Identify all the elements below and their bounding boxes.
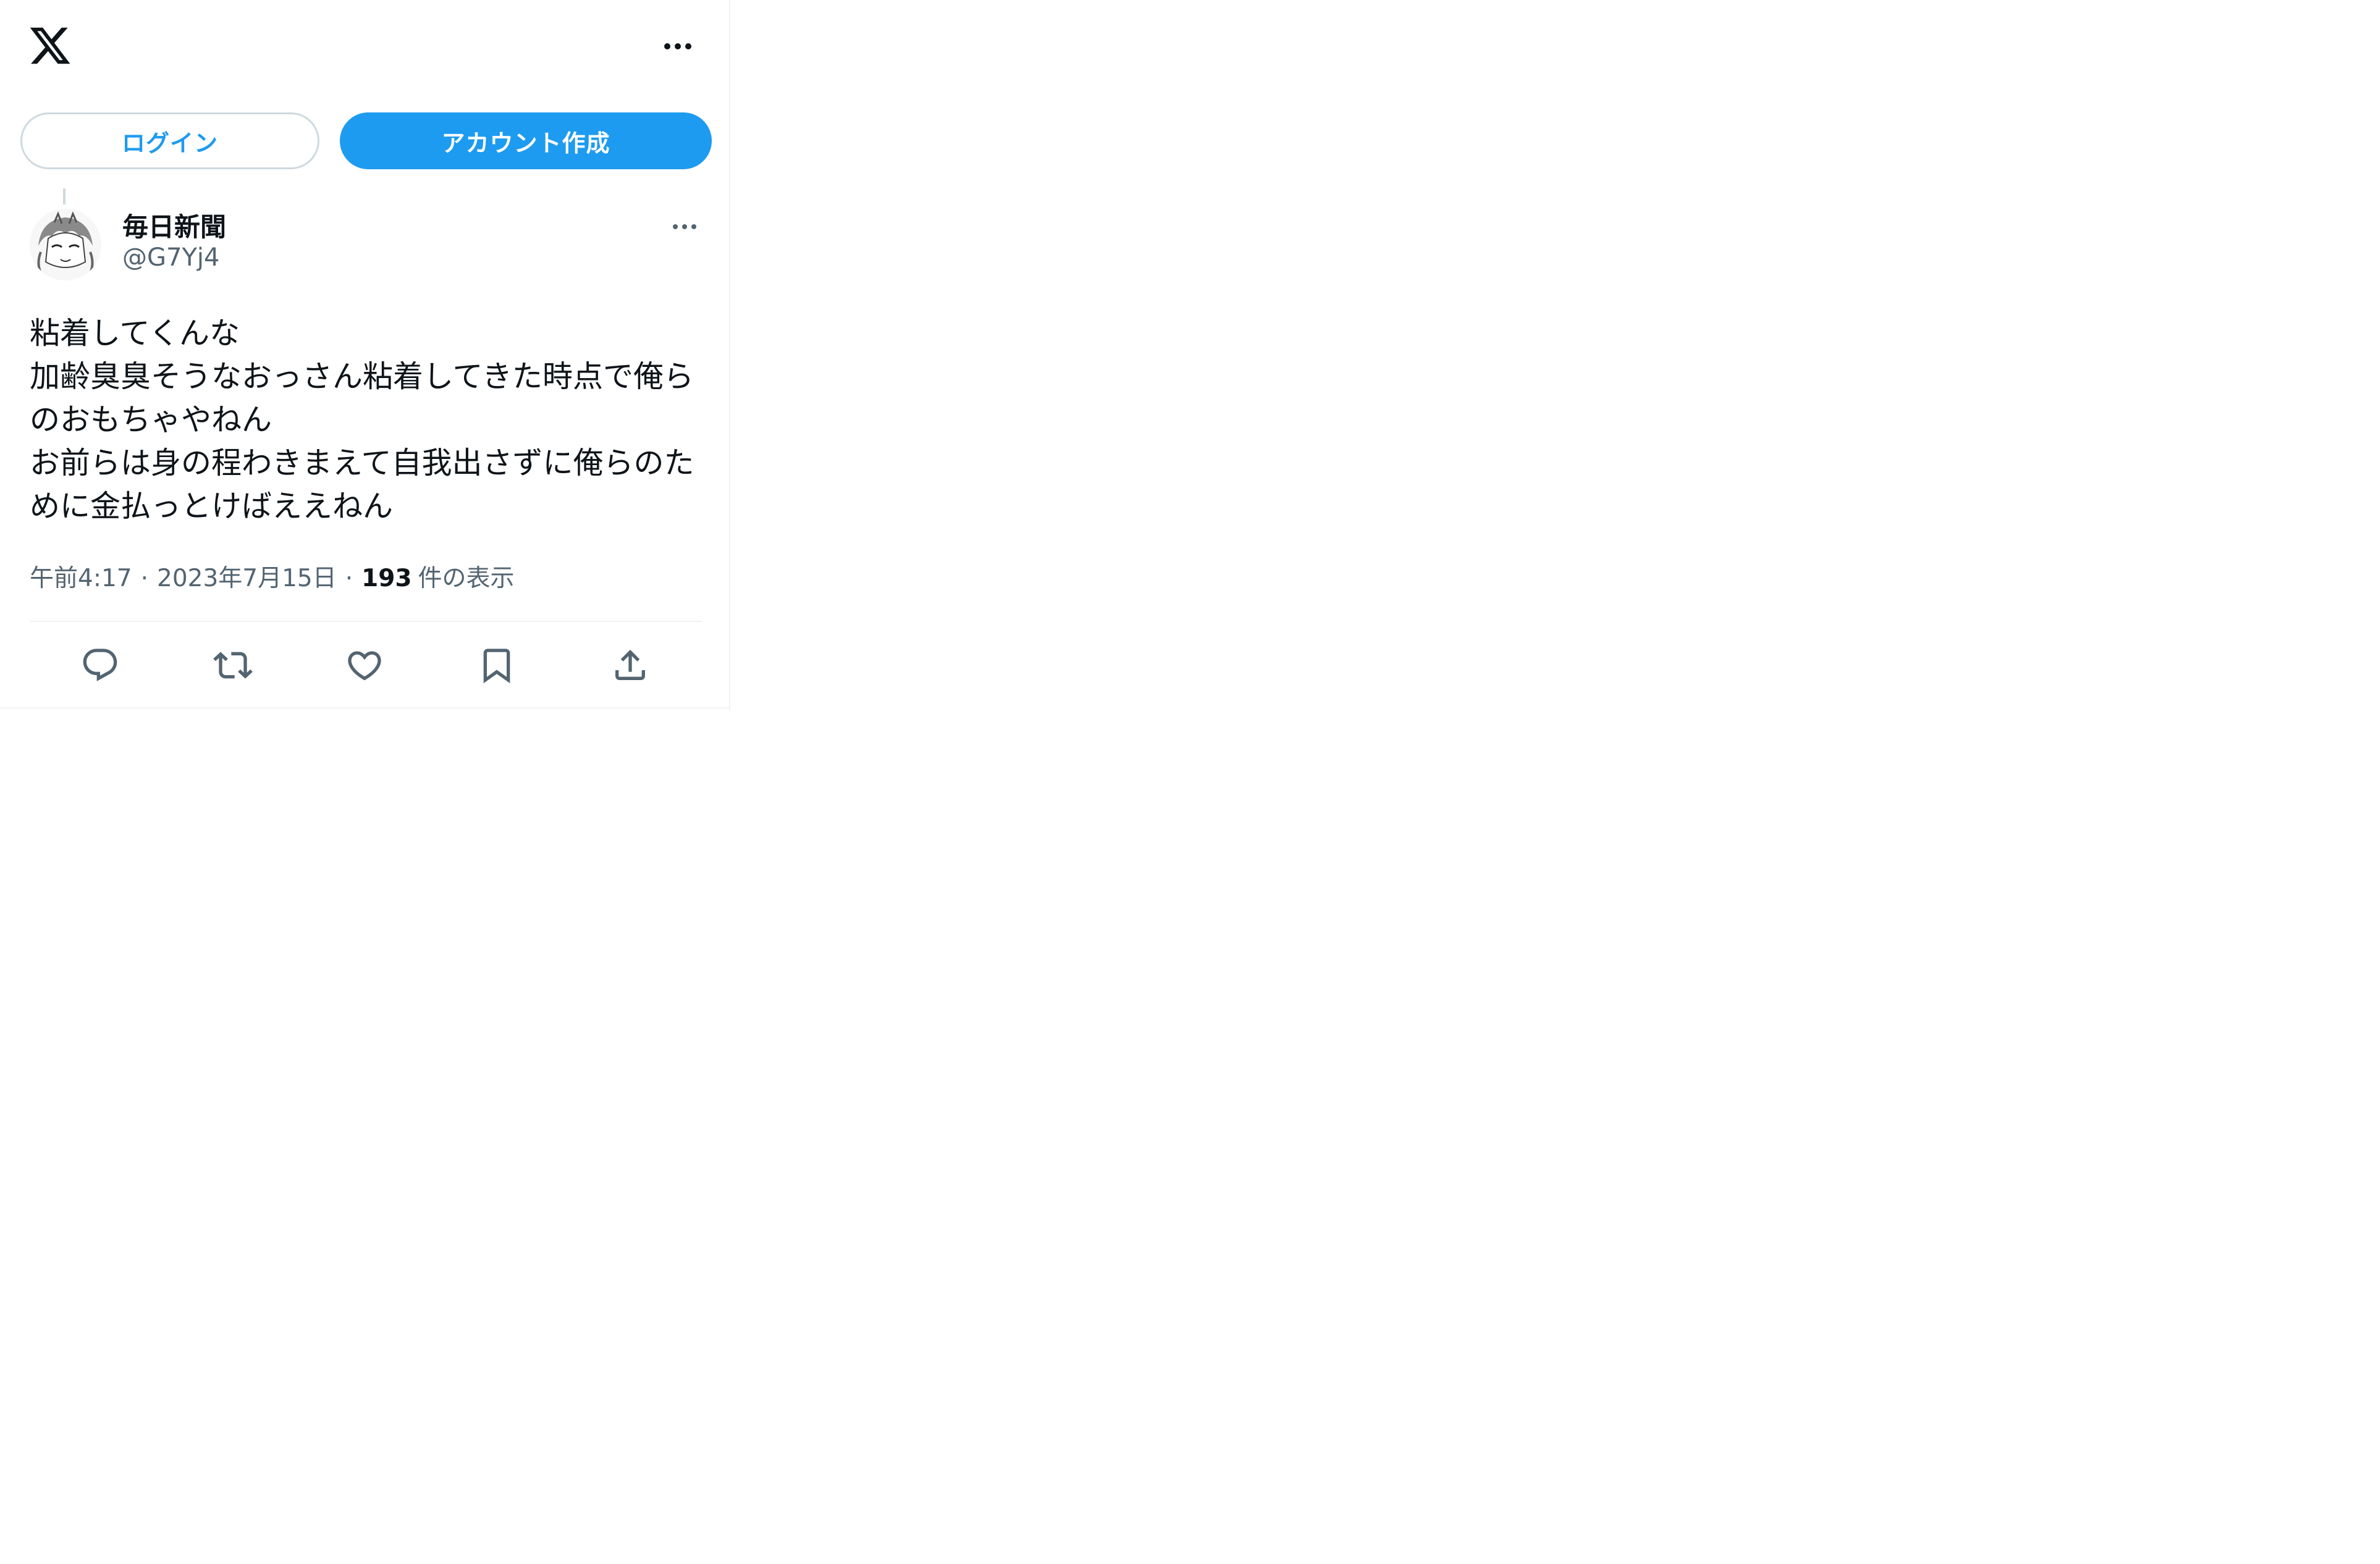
share-icon xyxy=(615,649,645,680)
post-date[interactable]: 2023年7月15日 xyxy=(157,559,337,594)
more-horizontal-icon[interactable] xyxy=(662,34,693,59)
post-card: ログイン アカウント作成 毎日新聞 @G7Yj4 粘着してくんな 加齢臭臭そうな… xyxy=(0,0,730,710)
reply-button[interactable] xyxy=(80,645,120,685)
post-meta: 午前4:17 · 2023年7月15日 · 193 件の表示 xyxy=(30,559,515,594)
like-icon xyxy=(348,651,381,681)
retweet-button[interactable] xyxy=(213,645,253,685)
divider xyxy=(30,621,702,622)
post-time[interactable]: 午前4:17 xyxy=(30,559,132,594)
bookmark-icon xyxy=(483,649,510,684)
bookmark-button[interactable] xyxy=(477,645,517,685)
display-name[interactable]: 毎日新聞 xyxy=(122,206,226,244)
view-count: 193 xyxy=(361,565,412,592)
login-button[interactable]: ログイン xyxy=(20,112,319,169)
retweet-icon xyxy=(213,652,253,679)
reply-icon xyxy=(83,649,117,681)
x-logo-icon[interactable] xyxy=(28,23,72,68)
like-button[interactable] xyxy=(345,645,384,685)
card-bottom-border xyxy=(0,707,729,708)
meta-separator: · xyxy=(345,565,353,592)
share-button[interactable] xyxy=(610,645,650,685)
avatar[interactable] xyxy=(30,209,101,280)
signup-button[interactable]: アカウント作成 xyxy=(340,112,712,169)
user-handle[interactable]: @G7Yj4 xyxy=(122,243,219,272)
thread-line xyxy=(63,188,65,204)
post-more-icon[interactable] xyxy=(670,217,699,236)
meta-separator: · xyxy=(140,565,148,592)
post-text: 粘着してくんな 加齢臭臭そうなおっさん粘着してきた時点で俺らのおもちゃやねん お… xyxy=(30,316,694,524)
view-label: 件の表示 xyxy=(418,565,515,592)
